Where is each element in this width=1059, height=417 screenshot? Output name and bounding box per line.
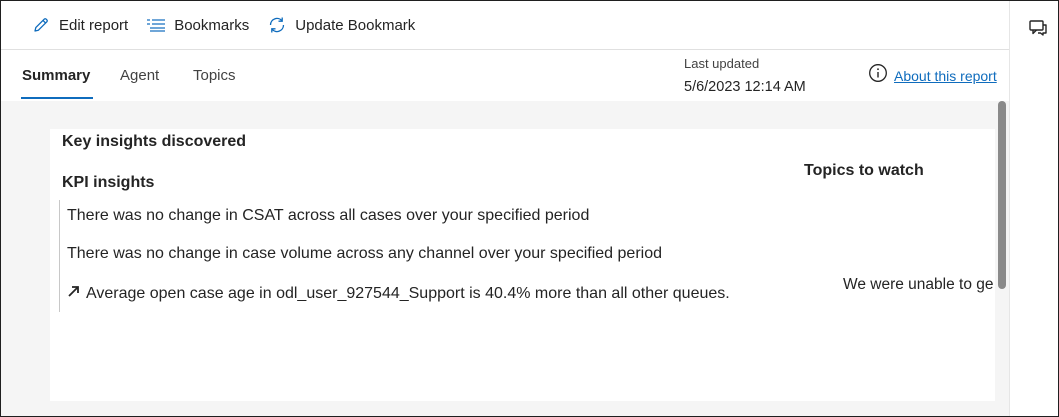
last-updated-value: 5/6/2023 12:14 AM bbox=[684, 79, 806, 95]
edit-report-button[interactable]: Edit report bbox=[31, 15, 128, 35]
list-icon bbox=[146, 15, 166, 35]
arrow-up-right-icon bbox=[67, 284, 81, 303]
insight-item: There was no change in case volume acros… bbox=[67, 245, 662, 263]
bookmarks-label: Bookmarks bbox=[174, 16, 250, 34]
update-bookmark-button[interactable]: Update Bookmark bbox=[267, 15, 415, 35]
comment-icon[interactable] bbox=[1028, 18, 1048, 38]
insight-item: Average open case age in odl_user_927544… bbox=[67, 284, 730, 303]
topics-message: We were unable to ge bbox=[843, 276, 994, 293]
info-icon bbox=[868, 63, 888, 88]
tab-summary[interactable]: Summary bbox=[22, 67, 90, 84]
about-this-report-link[interactable]: About this report bbox=[894, 68, 997, 84]
active-tab-indicator bbox=[21, 97, 93, 99]
insight-item: There was no change in CSAT across all c… bbox=[67, 207, 589, 225]
vertical-scrollbar[interactable] bbox=[996, 101, 1008, 416]
insight-text: There was no change in CSAT across all c… bbox=[67, 207, 590, 224]
about-this-report[interactable]: About this report bbox=[868, 63, 997, 88]
insight-text: Average open case age in odl_user_927544… bbox=[86, 284, 730, 302]
update-bookmark-label: Update Bookmark bbox=[295, 16, 416, 34]
tab-topics[interactable]: Topics bbox=[193, 67, 236, 84]
tab-row: Summary Agent Topics Last updated 5/6/20… bbox=[1, 51, 1009, 101]
refresh-icon bbox=[267, 15, 287, 35]
insights-card: Key insights discovered KPI insights The… bbox=[50, 129, 995, 401]
insight-text: There was no change in case volume acros… bbox=[67, 245, 662, 262]
scroll-thumb[interactable] bbox=[998, 101, 1006, 289]
pencil-icon bbox=[31, 15, 51, 35]
topics-to-watch-heading: Topics to watch bbox=[804, 162, 924, 179]
report-toolbar: Edit report Bookmarks Update Bookmark bbox=[1, 1, 1009, 50]
right-rail bbox=[1009, 1, 1058, 416]
report-canvas: Key insights discovered KPI insights The… bbox=[1, 101, 1009, 416]
last-updated-label: Last updated bbox=[684, 56, 760, 71]
card-title: Key insights discovered bbox=[62, 133, 247, 150]
kpi-insights-heading: KPI insights bbox=[62, 174, 155, 191]
bookmarks-button[interactable]: Bookmarks bbox=[146, 15, 249, 35]
edit-report-label: Edit report bbox=[59, 16, 129, 34]
kpi-insights-list: There was no change in CSAT across all c… bbox=[59, 200, 759, 312]
tab-agent[interactable]: Agent bbox=[120, 67, 159, 84]
